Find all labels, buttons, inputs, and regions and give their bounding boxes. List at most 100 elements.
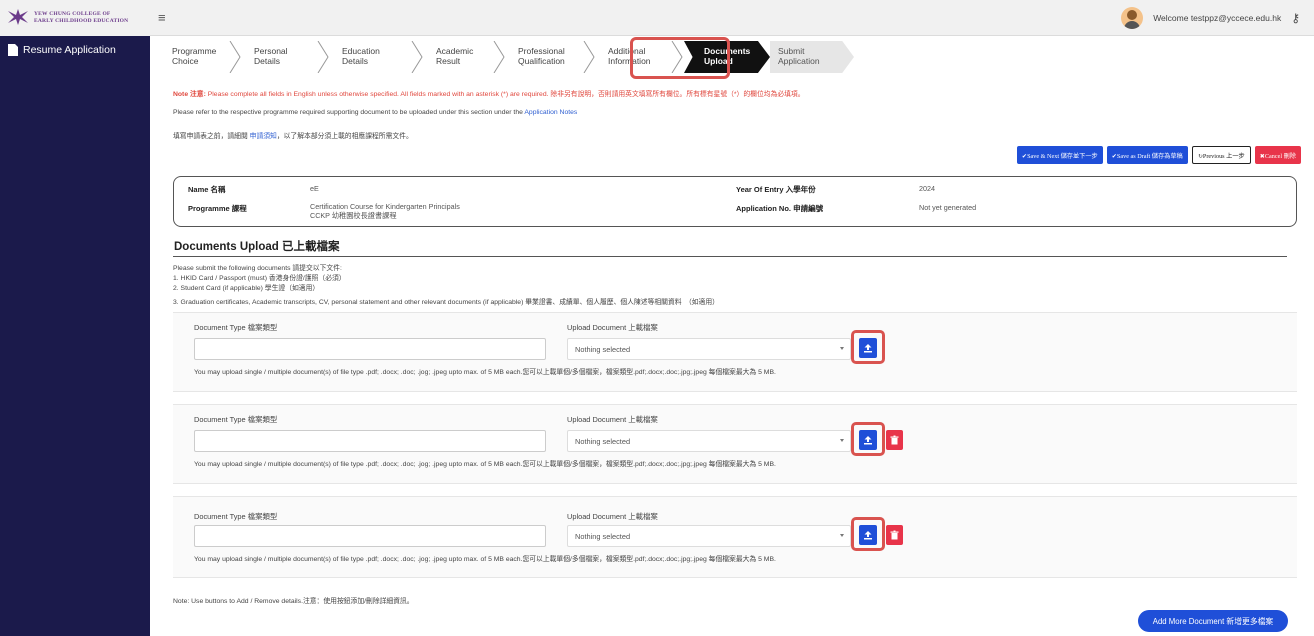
previous-button[interactable]: ↻Previous 上一步 bbox=[1191, 146, 1251, 164]
active-step-highlight bbox=[630, 37, 730, 79]
refer-note-zh: 填寫申請表之前，請細閱 申請須知，以了解本部分須上載的相應課程所需文件。 bbox=[173, 130, 413, 140]
sidebar: Resume Application bbox=[0, 36, 150, 636]
add-remove-note: Note: Use buttons to Add / Remove detail… bbox=[173, 598, 414, 605]
caret-down-icon bbox=[840, 347, 844, 350]
document-icon bbox=[8, 44, 18, 56]
instruction-item: 3. Graduation certificates, Academic tra… bbox=[173, 299, 719, 306]
upload-icon bbox=[864, 531, 872, 540]
application-notes-link-zh[interactable]: 申請須知 bbox=[250, 133, 277, 140]
step-personal-details[interactable]: Personal Details bbox=[242, 41, 330, 73]
documents-upload-title: Documents Upload 已上載檔案 bbox=[174, 241, 340, 253]
menu-toggle-icon[interactable]: ≡ bbox=[158, 10, 166, 25]
step-sublabel: Details bbox=[342, 55, 368, 66]
programme-value-zh: CCKP 幼稚園校長證書課程 bbox=[310, 211, 397, 220]
refer-text-zh: 填寫申請表之前，請細閱 bbox=[173, 133, 250, 140]
name-label: Name 名稱 bbox=[188, 185, 226, 194]
upload-icon bbox=[864, 436, 872, 445]
step-submit-application[interactable]: Submit Application bbox=[770, 41, 854, 73]
document-row: Document Type 檔案類型 Upload Document 上載檔案 … bbox=[173, 496, 1297, 578]
year-of-entry-label: Year Of Entry 入學年份 bbox=[736, 185, 816, 194]
required-fields-note: Note 注意: Please complete all fields in E… bbox=[173, 88, 805, 98]
document-type-label: Document Type 檔案類型 bbox=[194, 323, 278, 332]
caret-down-icon bbox=[840, 439, 844, 442]
upload-hint: You may upload single / multiple documen… bbox=[194, 369, 776, 376]
user-area: Welcome testppz@yccece.edu.hk ⚷ bbox=[1121, 6, 1300, 30]
upload-icon bbox=[864, 344, 872, 353]
sidebar-item-resume-application[interactable]: Resume Application bbox=[8, 44, 116, 56]
delete-button[interactable] bbox=[886, 430, 903, 450]
select-placeholder: Nothing selected bbox=[575, 345, 631, 354]
refer-text: Please refer to the respective programme… bbox=[173, 109, 525, 116]
select-placeholder: Nothing selected bbox=[575, 532, 631, 541]
application-summary-card: Name 名稱 eE Programme 課程 Certification Co… bbox=[173, 176, 1297, 227]
logo-emblem-icon bbox=[8, 9, 28, 25]
document-row: Document Type 檔案類型 Upload Document 上載檔案 … bbox=[173, 312, 1297, 392]
step-sublabel: Choice bbox=[172, 55, 199, 66]
add-more-document-button[interactable]: Add More Document 新增更多檔案 bbox=[1138, 610, 1288, 632]
delete-button[interactable] bbox=[886, 525, 903, 545]
document-type-input[interactable] bbox=[194, 430, 546, 452]
programme-value-en: Certification Course for Kindergarten Pr… bbox=[310, 202, 460, 211]
note-label: Note 注意: bbox=[173, 91, 206, 98]
instruction-item: 1. HKID Card / Passport (must) 香港身份證/護照（… bbox=[173, 275, 346, 282]
application-no-value: Not yet generated bbox=[919, 203, 977, 212]
save-next-button[interactable]: ✔Save & Next 儲存並下一步 bbox=[1016, 146, 1103, 164]
upload-document-label: Upload Document 上載檔案 bbox=[567, 415, 658, 424]
step-professional-qualification[interactable]: Professional Qualification bbox=[506, 41, 596, 73]
refer-note: Please refer to the respective programme… bbox=[173, 109, 577, 116]
progress-stepper: Programme Choice Personal Details Educat… bbox=[160, 41, 854, 73]
programme-value: Certification Course for Kindergarten Pr… bbox=[310, 202, 460, 220]
step-sublabel: Result bbox=[436, 55, 461, 66]
key-icon[interactable]: ⚷ bbox=[1291, 11, 1300, 25]
name-value: eE bbox=[310, 184, 319, 193]
step-sublabel: Application bbox=[778, 55, 820, 66]
cancel-button[interactable]: ✖Cancel 刪除 bbox=[1254, 146, 1301, 164]
year-of-entry-value: 2024 bbox=[919, 184, 935, 193]
logo-text: YEW CHUNG COLLEGE OF EARLY CHILDHOOD EDU… bbox=[34, 11, 128, 24]
step-academic-result[interactable]: Academic Result bbox=[424, 41, 506, 73]
document-type-label: Document Type 檔案類型 bbox=[194, 415, 278, 424]
instruction-item: 2. Student Card (if applicable) 學生證（如適用） bbox=[173, 285, 320, 292]
college-logo[interactable]: YEW CHUNG COLLEGE OF EARLY CHILDHOOD EDU… bbox=[0, 0, 150, 36]
instructions-intro: Please submit the following documents 請提… bbox=[173, 265, 342, 272]
upload-button[interactable] bbox=[859, 338, 877, 358]
logo-line-2: EARLY CHILDHOOD EDUCATION bbox=[34, 17, 129, 24]
document-type-label: Document Type 檔案類型 bbox=[194, 512, 278, 521]
welcome-text: Welcome testppz@yccece.edu.hk bbox=[1153, 13, 1282, 23]
chevron-right-icon bbox=[229, 41, 241, 73]
upload-hint: You may upload single / multiple documen… bbox=[194, 556, 776, 563]
step-sublabel: Qualification bbox=[518, 55, 565, 66]
step-programme-choice[interactable]: Programme Choice bbox=[160, 41, 242, 73]
save-draft-button[interactable]: ✔Save as Draft 儲存為草稿 bbox=[1106, 146, 1188, 164]
form-actions: ✔Save & Next 儲存並下一步 ✔Save as Draft 儲存為草稿… bbox=[1016, 146, 1301, 164]
avatar[interactable] bbox=[1121, 7, 1144, 29]
select-placeholder: Nothing selected bbox=[575, 437, 631, 446]
top-bar: YEW CHUNG COLLEGE OF EARLY CHILDHOOD EDU… bbox=[0, 0, 1314, 36]
document-row: Document Type 檔案類型 Upload Document 上載檔案 … bbox=[173, 404, 1297, 484]
chevron-right-icon bbox=[317, 41, 329, 73]
section-divider bbox=[173, 256, 1287, 257]
document-type-input[interactable] bbox=[194, 525, 546, 547]
application-notes-link[interactable]: Application Notes bbox=[524, 109, 577, 116]
upload-document-label: Upload Document 上載檔案 bbox=[567, 323, 658, 332]
trash-icon bbox=[890, 530, 899, 540]
refer-suffix-zh: ，以了解本部分須上載的相應課程所需文件。 bbox=[276, 133, 413, 140]
upload-button[interactable] bbox=[859, 430, 877, 450]
upload-document-select[interactable]: Nothing selected bbox=[567, 338, 851, 360]
upload-document-label: Upload Document 上載檔案 bbox=[567, 512, 658, 521]
application-no-label: Application No. 申請編號 bbox=[736, 204, 824, 213]
chevron-right-icon bbox=[411, 41, 423, 73]
upload-hint: You may upload single / multiple documen… bbox=[194, 461, 776, 468]
trash-icon bbox=[890, 435, 899, 445]
upload-button[interactable] bbox=[859, 525, 877, 545]
upload-document-select[interactable]: Nothing selected bbox=[567, 525, 851, 547]
step-education-details[interactable]: Education Details bbox=[330, 41, 424, 73]
chevron-right-icon bbox=[583, 41, 595, 73]
upload-document-select[interactable]: Nothing selected bbox=[567, 430, 851, 452]
note-text: Please complete all fields in English un… bbox=[205, 91, 805, 98]
step-sublabel: Details bbox=[254, 55, 280, 66]
document-type-input[interactable] bbox=[194, 338, 546, 360]
sidebar-item-label: Resume Application bbox=[23, 44, 116, 56]
programme-label: Programme 課程 bbox=[188, 204, 247, 213]
chevron-right-icon bbox=[493, 41, 505, 73]
